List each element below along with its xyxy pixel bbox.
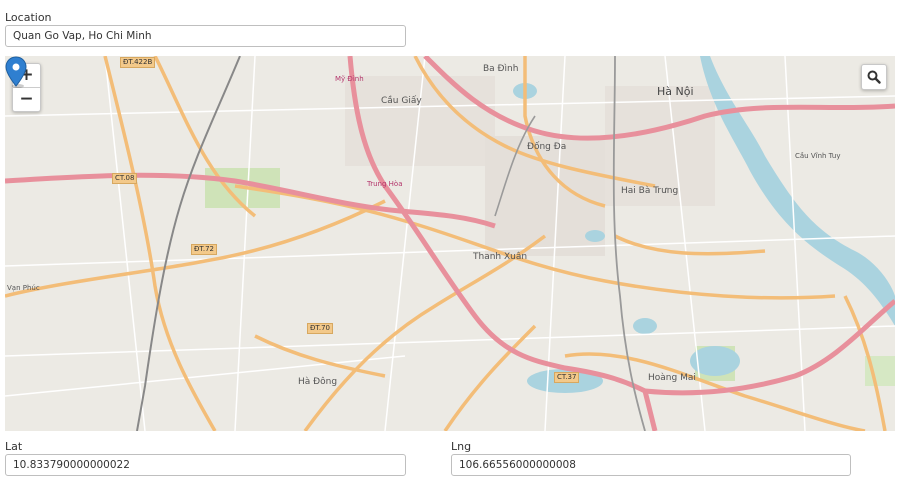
map[interactable]: Hà Nội Ba Đình Cầu Giấy Đống Đa Hai Bà T… (5, 56, 895, 431)
place-label: Trung Hòa (367, 180, 403, 188)
road-badge: ĐT.70 (307, 323, 334, 334)
map-tiles (5, 56, 895, 431)
place-label: Đống Đa (527, 142, 567, 152)
search-icon (867, 70, 881, 84)
place-label: Hà Nội (657, 85, 694, 98)
place-label: Cầu Vĩnh Tuy (795, 152, 841, 160)
lake (633, 318, 657, 334)
lng-label: Lng (451, 440, 472, 453)
place-label: Hoàng Mai (648, 373, 696, 383)
place-label: Hà Đông (298, 377, 338, 387)
map-marker-icon[interactable] (5, 56, 27, 88)
lng-input[interactable] (451, 454, 851, 476)
location-label: Location (5, 11, 52, 24)
road-badge: CT.37 (554, 372, 580, 383)
place-label: Cầu Giấy (381, 96, 422, 106)
lat-label: Lat (5, 440, 23, 453)
lat-input[interactable] (5, 454, 406, 476)
place-label: Vạn Phúc (7, 284, 40, 292)
road-badge: ĐT.72 (191, 244, 218, 255)
location-input[interactable] (5, 25, 406, 47)
zoom-out-button[interactable]: − (13, 87, 40, 111)
map-search-button[interactable] (861, 64, 887, 90)
lake (585, 230, 605, 242)
place-label: Thanh Xuân (473, 252, 528, 262)
place-label: Ba Đình (483, 64, 519, 74)
place-label: Hai Bà Trưng (621, 186, 679, 196)
place-label: Mỹ Đình (335, 75, 364, 83)
road-badge: CT.08 (112, 173, 138, 184)
road-badge: ĐT.422B (120, 57, 156, 68)
